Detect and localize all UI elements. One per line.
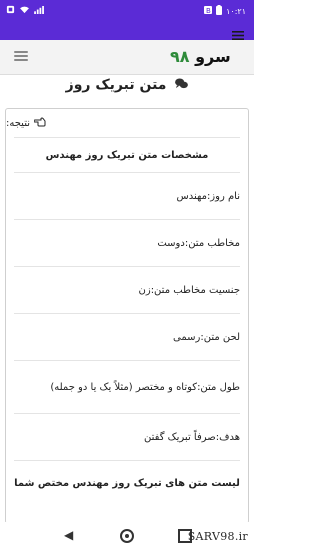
status-time: ۱۰:۲۱: [226, 6, 246, 16]
page-title: متن تبریک روز: [0, 77, 254, 101]
bug-icon: [6, 5, 15, 16]
hamburger-menu-icon[interactable]: [14, 51, 28, 61]
battery-icon: [216, 5, 223, 17]
signal-icon: [34, 5, 45, 16]
notification-icon: B: [204, 6, 213, 16]
top-strip: [0, 22, 254, 40]
status-icons-right: B ۱۰:۲۱: [204, 5, 246, 17]
result-item: هدف:صرفاً تبریک گفتن: [14, 413, 240, 460]
result-item: لحن متن:رسمی: [14, 313, 240, 360]
result-item: لیست متن های تبریک روز مهندس مختص شما: [14, 460, 240, 505]
svg-text:B: B: [206, 7, 211, 14]
hand-point-icon: [33, 117, 46, 130]
logo-number: ۹۸: [170, 47, 190, 66]
result-header: نتیجه:: [6, 109, 248, 137]
result-item: جنسیت مخاطب متن:زن: [14, 266, 240, 313]
chat-bubbles-icon: [170, 77, 189, 93]
result-item: نام روز:مهندس: [14, 172, 240, 219]
result-item: مخاطب متن:دوست: [14, 219, 240, 266]
nav-back-icon[interactable]: ◀: [64, 528, 73, 542]
page-title-text: متن تبریک روز: [65, 77, 167, 93]
logo-word: سرو: [195, 47, 231, 66]
site-logo[interactable]: سرو ۹۸: [170, 47, 231, 66]
status-bar: B ۱۰:۲۱: [0, 0, 254, 22]
status-icons-left: [6, 5, 45, 16]
app-header: سرو ۹۸: [0, 40, 254, 75]
result-card: نتیجه: مشخصات متن تبریک روز مهندس نام روز…: [5, 108, 249, 524]
result-label: نتیجه:: [6, 117, 31, 129]
wifi-icon: [19, 6, 30, 16]
nav-home-icon[interactable]: [120, 529, 134, 543]
watermark: SARV98.ir: [187, 530, 248, 543]
result-item: طول متن:کوتاه و مختصر (مثلاً یک یا دو جم…: [14, 360, 240, 413]
result-items: مشخصات متن تبریک روز مهندس نام روز:مهندس م…: [6, 137, 248, 505]
result-item: مشخصات متن تبریک روز مهندس: [14, 137, 240, 172]
